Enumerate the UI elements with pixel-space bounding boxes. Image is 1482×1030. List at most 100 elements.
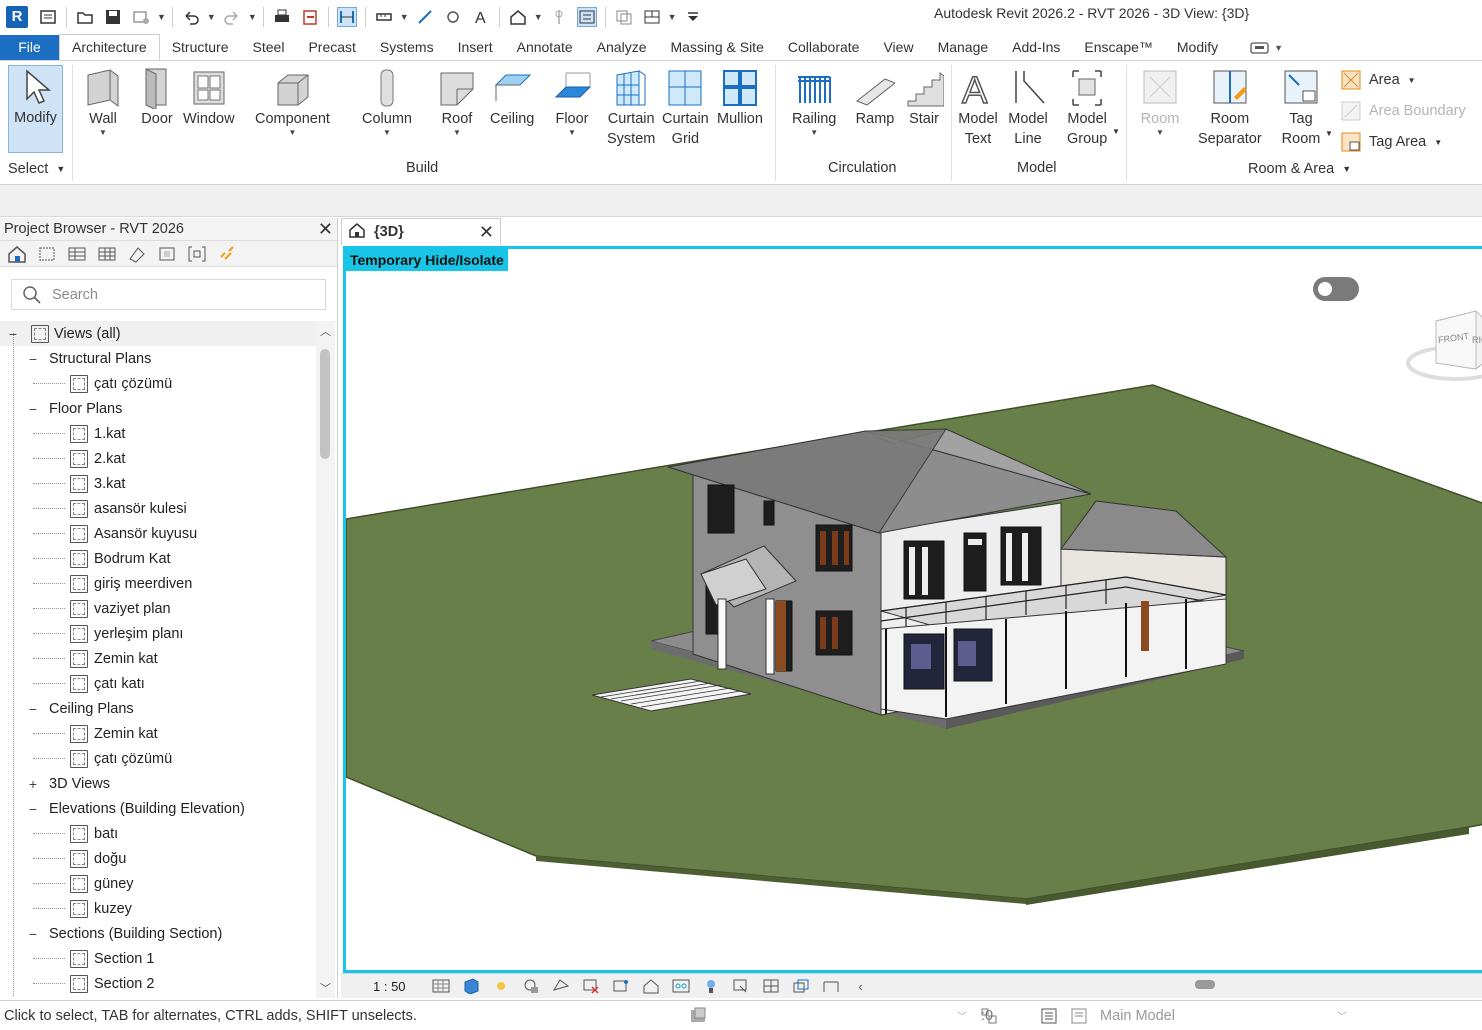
floor-button[interactable]: Floor ▼	[552, 67, 592, 137]
crop-view-icon[interactable]	[582, 978, 600, 994]
tab-collaborate[interactable]: Collaborate	[776, 35, 872, 60]
tab-steel[interactable]: Steel	[241, 35, 297, 60]
redo-dropdown-icon[interactable]: ▼	[248, 12, 257, 22]
3d-viewport[interactable]: Temporary Hide/Isolate FRONT RIGHT	[343, 246, 1482, 973]
tab-structure[interactable]: Structure	[160, 35, 241, 60]
tree-view-item[interactable]: doğu	[0, 846, 316, 871]
export-icon[interactable]	[300, 7, 320, 27]
tab-insert[interactable]: Insert	[446, 35, 505, 60]
view-toggle-switch[interactable]	[1313, 277, 1359, 301]
group-bracket-icon[interactable]	[186, 244, 208, 264]
views-filter-icon[interactable]	[36, 244, 58, 264]
active-workset-icon[interactable]	[1070, 1007, 1088, 1029]
open-icon[interactable]	[75, 7, 95, 27]
door-button[interactable]: Door	[137, 67, 177, 129]
column-button[interactable]: Column ▼	[362, 67, 412, 137]
viewcube[interactable]: FRONT RIGHT	[1396, 301, 1482, 391]
revit-logo[interactable]: R	[6, 5, 28, 28]
highlight-displacement-icon[interactable]	[792, 978, 810, 994]
select-dropdown[interactable]: Select ▼	[8, 161, 65, 177]
window-button[interactable]: Window	[183, 67, 235, 129]
view-horizontal-scrollbar-thumb[interactable]	[1195, 980, 1215, 989]
tree-view-item[interactable]: Bodrum Kat	[0, 546, 316, 571]
curtain-grid-button[interactable]: Curtain Grid	[662, 67, 709, 149]
stair-button[interactable]: Stair	[904, 67, 944, 129]
tree-view-item[interactable]: yerleşim planı	[0, 621, 316, 646]
tag-area-button[interactable]: Tag Area ▼	[1341, 132, 1442, 152]
tab-massing-site[interactable]: Massing & Site	[658, 35, 775, 60]
tree-view-item[interactable]: Zemin kat	[0, 646, 316, 671]
shadows-icon[interactable]	[522, 978, 540, 994]
railing-button[interactable]: Railing ▼	[792, 67, 836, 137]
print-icon[interactable]	[272, 7, 292, 27]
model-group-dropdown[interactable]: ▼	[1112, 127, 1120, 136]
expand-icon[interactable]: +	[27, 776, 39, 792]
component-button[interactable]: Component ▼	[255, 67, 330, 137]
collapse-icon[interactable]: −	[27, 801, 39, 817]
room-button[interactable]: Room ▼	[1140, 67, 1180, 137]
tree-group[interactable]: − Elevations (Building Elevation)	[0, 796, 316, 821]
text-icon[interactable]: A	[471, 7, 491, 27]
groups-icon[interactable]	[156, 244, 178, 264]
tag-room-button[interactable]: Tag Room	[1281, 67, 1321, 149]
reveal-hidden-icon[interactable]	[702, 978, 720, 994]
worksets-icon[interactable]	[689, 1007, 709, 1029]
editable-only-icon[interactable]	[1040, 1007, 1058, 1029]
render-dialog-icon[interactable]	[552, 978, 570, 994]
tree-view-item[interactable]: batı	[0, 821, 316, 846]
visual-style-icon[interactable]	[462, 978, 480, 994]
room-separator-button[interactable]: Room Separator	[1198, 67, 1262, 149]
tab-file[interactable]: File	[0, 35, 59, 60]
collapse-icon[interactable]: −	[27, 701, 39, 717]
3d-view-icon[interactable]	[508, 7, 528, 27]
sheets-icon[interactable]	[96, 244, 118, 264]
close-icon[interactable]: ✕	[318, 219, 333, 240]
roof-button[interactable]: Roof ▼	[437, 67, 477, 137]
collapse-icon[interactable]: −	[27, 401, 39, 417]
unlocked-3d-icon[interactable]	[642, 978, 660, 994]
3d-view-dropdown-icon[interactable]: ▼	[534, 12, 543, 22]
tab-manage[interactable]: Manage	[926, 35, 1001, 60]
tab-modify[interactable]: Modify	[1165, 35, 1230, 60]
tree-group[interactable]: − Sections (Building Section)	[0, 921, 316, 946]
view-tab-3d[interactable]: {3D} ✕	[341, 218, 501, 245]
close-hidden-icon[interactable]	[614, 7, 634, 27]
browser-scrollbar-thumb[interactable]	[320, 349, 330, 459]
thin-lines-icon[interactable]	[336, 6, 357, 27]
tree-view-item[interactable]: 1.kat	[0, 421, 316, 446]
tab-enscape[interactable]: Enscape™	[1072, 35, 1164, 60]
close-tab-icon[interactable]: ✕	[479, 222, 494, 243]
collapse-icon[interactable]: −	[27, 926, 39, 942]
area-button[interactable]: Area ▼	[1341, 70, 1416, 90]
tree-view-item[interactable]: kuzey	[0, 896, 316, 921]
tree-view-item[interactable]: Section 2	[0, 971, 316, 996]
tile-dropdown-icon[interactable]: ▼	[668, 12, 677, 22]
sun-path-icon[interactable]	[492, 978, 510, 994]
view-scale[interactable]: 1 : 50	[373, 979, 406, 994]
analytical-model-icon[interactable]	[762, 978, 780, 994]
tab-systems[interactable]: Systems	[368, 35, 446, 60]
dimension-icon[interactable]	[415, 7, 435, 27]
tree-view-item[interactable]: 2.kat	[0, 446, 316, 471]
show-crop-icon[interactable]	[612, 978, 630, 994]
save-icon[interactable]	[103, 7, 123, 27]
undo-dropdown-icon[interactable]: ▼	[207, 12, 216, 22]
tree-view-item[interactable]: vaziyet plan	[0, 596, 316, 621]
tree-view-item[interactable]: giriş meerdiven	[0, 571, 316, 596]
model-dropdown-chevron-icon[interactable]: ﹀	[1337, 1008, 1347, 1023]
customize-icon[interactable]	[683, 7, 703, 27]
curtain-system-button[interactable]: Curtain System	[607, 67, 655, 149]
ramp-button[interactable]: Ramp	[855, 67, 895, 129]
tab-add-ins[interactable]: Add-Ins	[1000, 35, 1072, 60]
search-input[interactable]: Search	[11, 279, 326, 310]
tree-group[interactable]: +3D Views	[0, 771, 316, 796]
tile-icon[interactable]	[642, 7, 662, 27]
tree-view-item[interactable]: çatı çözümü	[0, 371, 316, 396]
tree-view-item[interactable]: 3.kat	[0, 471, 316, 496]
collapse-icon[interactable]: −	[27, 351, 39, 367]
tree-group[interactable]: − Floor Plans	[0, 396, 316, 421]
tree-view-item[interactable]: Section 1	[0, 946, 316, 971]
ribbon-display-toggle[interactable]: ▼	[1250, 35, 1283, 60]
sync-dropdown-icon[interactable]: ▼	[157, 12, 166, 22]
detail-level-icon[interactable]	[432, 978, 450, 994]
